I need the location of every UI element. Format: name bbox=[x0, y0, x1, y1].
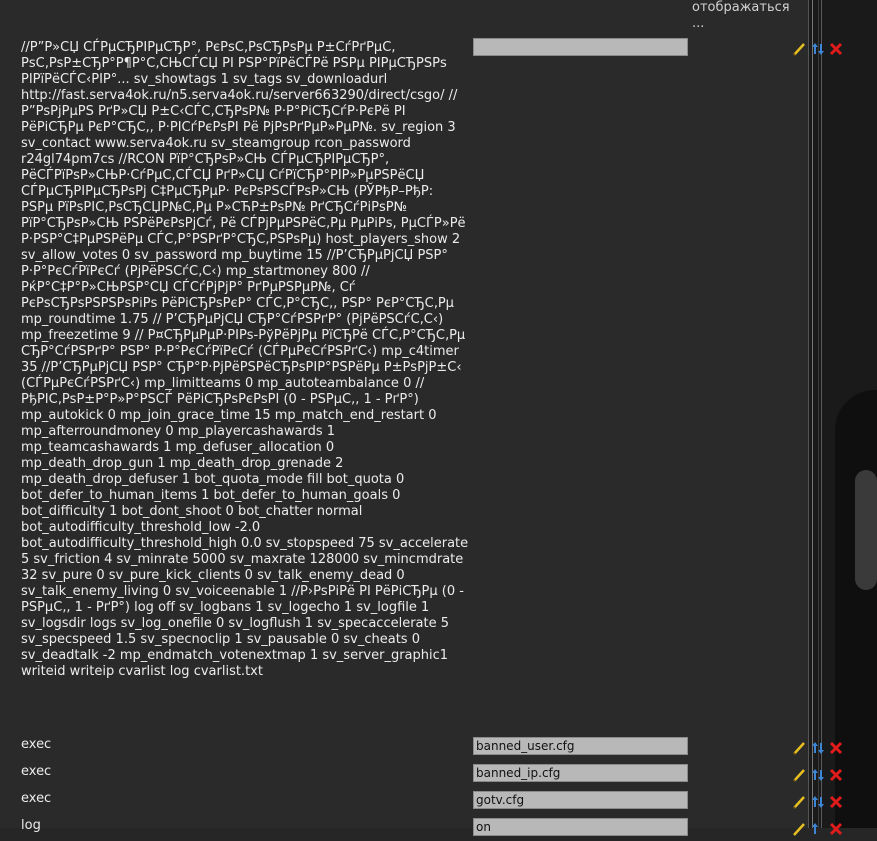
strip-divider bbox=[808, 0, 809, 828]
row-actions bbox=[792, 41, 846, 57]
config-row-value-field[interactable]: gotv.cfg bbox=[473, 791, 688, 809]
config-row-value-field[interactable]: on bbox=[473, 818, 688, 836]
delete-x-icon[interactable] bbox=[829, 821, 843, 837]
background-figure bbox=[835, 390, 877, 828]
delete-x-icon[interactable] bbox=[829, 740, 843, 756]
move-arrows-icon[interactable] bbox=[811, 41, 825, 57]
delete-x-icon[interactable] bbox=[829, 794, 843, 810]
pencil-icon[interactable] bbox=[792, 740, 806, 756]
config-row-name: exec bbox=[21, 764, 52, 779]
config-row-name: //Р”Р»СЏ СЃРµСЂРІРµСЂР°, РєРѕС‚РѕСЂРѕРµ … bbox=[21, 40, 469, 679]
row-actions bbox=[792, 821, 846, 837]
row-actions bbox=[792, 740, 846, 756]
config-row-value-field[interactable] bbox=[473, 38, 688, 56]
strip-divider bbox=[812, 0, 813, 828]
pencil-icon[interactable] bbox=[792, 794, 806, 810]
move-arrows-icon[interactable] bbox=[811, 794, 825, 810]
config-row-name: exec bbox=[21, 737, 52, 752]
column-note: отображаться ... bbox=[692, 0, 790, 31]
delete-x-icon[interactable] bbox=[829, 767, 843, 783]
delete-x-icon[interactable] bbox=[829, 41, 843, 57]
strip-divider bbox=[818, 0, 819, 828]
config-row-value-field[interactable]: banned_ip.cfg bbox=[473, 764, 688, 782]
move-arrows-icon[interactable] bbox=[811, 821, 825, 837]
move-arrows-icon[interactable] bbox=[811, 740, 825, 756]
config-row-name: log bbox=[21, 818, 41, 833]
row-actions bbox=[792, 794, 846, 810]
config-row-name: exec bbox=[21, 791, 52, 806]
move-arrows-icon[interactable] bbox=[811, 767, 825, 783]
strip-divider bbox=[821, 0, 822, 828]
background-figure-detail bbox=[855, 470, 877, 590]
config-row-value-field[interactable]: banned_user.cfg bbox=[473, 737, 688, 755]
pencil-icon[interactable] bbox=[792, 41, 806, 57]
pencil-icon[interactable] bbox=[792, 821, 806, 837]
pencil-icon[interactable] bbox=[792, 767, 806, 783]
row-actions bbox=[792, 767, 846, 783]
